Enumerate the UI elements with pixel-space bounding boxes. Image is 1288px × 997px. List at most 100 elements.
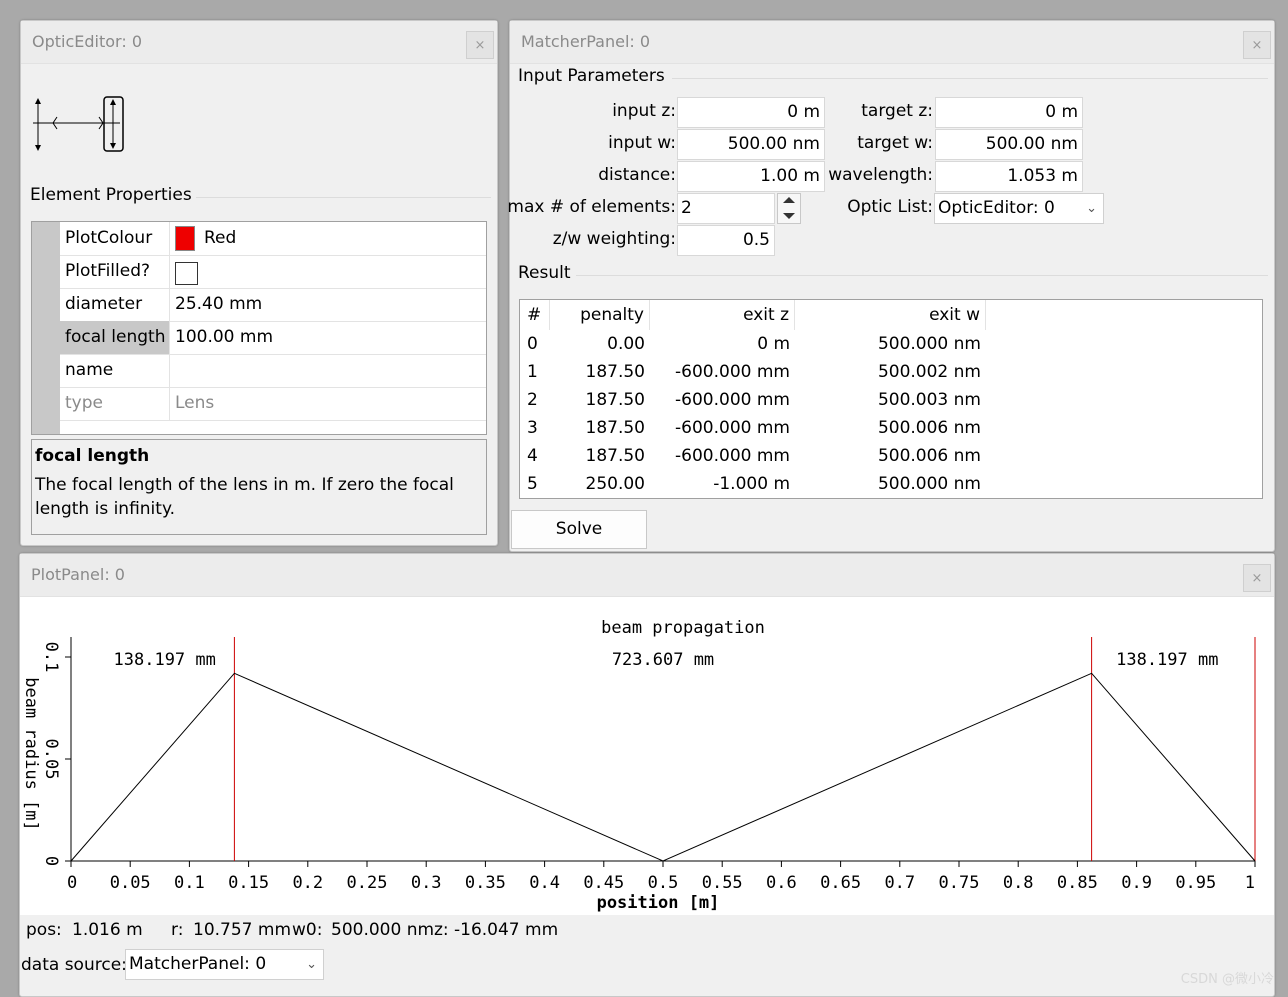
x-tick-label: 0.1 <box>174 873 205 893</box>
property-name: PlotColour <box>60 222 170 255</box>
property-name: type <box>60 387 170 420</box>
property-help-box: focal length The focal length of the len… <box>31 439 487 535</box>
chart-title: beam propagation <box>601 618 765 638</box>
property-row[interactable]: focal length 100.00 mm <box>60 321 486 355</box>
x-tick-label: 0.25 <box>347 873 388 893</box>
table-row[interactable]: 5 250.00 -1.000 m 500.000 nm <box>520 470 1262 498</box>
x-tick-label: 0.3 <box>411 873 442 893</box>
results-column-header[interactable]: penalty <box>550 300 650 330</box>
plot-panel-title: PlotPanel: 0 <box>31 565 125 584</box>
property-value: Lens <box>175 393 215 413</box>
results-column-header[interactable]: # <box>520 300 550 330</box>
x-tick-label: 0.45 <box>583 873 624 893</box>
property-grid: PlotColour Red PlotFilled? diameter 25.40 mm… <box>31 221 487 435</box>
data-source-dropdown[interactable]: MatcherPanel: 0 ⌄ <box>125 949 324 980</box>
x-tick-label: 0.2 <box>292 873 323 893</box>
x-axis-label: position [m] <box>597 893 720 913</box>
results-column-header[interactable]: exit z <box>650 300 795 330</box>
table-cell: 2 <box>527 390 538 410</box>
plot-panel-titlebar[interactable]: PlotPanel: 0 × <box>20 554 1274 597</box>
plot-panel-close-button[interactable]: × <box>1243 564 1271 592</box>
property-grid-gutter <box>32 222 60 434</box>
x-tick-label: 0.5 <box>648 873 679 893</box>
table-cell: 4 <box>527 446 538 466</box>
x-tick-label: 0.9 <box>1121 873 1152 893</box>
segment-length-label: 723.607 mm <box>612 650 714 670</box>
property-row[interactable]: type Lens <box>60 387 486 421</box>
x-tick-label: 0.55 <box>702 873 743 893</box>
table-cell: 1 <box>527 362 538 382</box>
results-table[interactable]: # penalty exit z exit w 0 0.00 0 m 500.000 nm 1… <box>519 299 1263 499</box>
matcher-panel-title: MatcherPanel: 0 <box>521 32 651 51</box>
segment-length-label: 138.197 mm <box>114 650 216 670</box>
spin-up-icon[interactable] <box>783 197 795 203</box>
input-parameters-separator <box>672 78 1268 79</box>
property-value[interactable]: Red <box>171 222 486 255</box>
wavelength-field[interactable]: 1.053 m <box>935 161 1083 192</box>
table-row[interactable]: 0 0.00 0 m 500.000 nm <box>520 330 1262 358</box>
table-cell: -600.000 mm <box>675 418 790 438</box>
matcher-panel-titlebar[interactable]: MatcherPanel: 0 × <box>510 21 1274 64</box>
matcher-panel: MatcherPanel: 0 × Input Parameters input… <box>507 20 1275 552</box>
max-elements-spin-buttons[interactable] <box>777 193 801 224</box>
property-value[interactable] <box>171 354 486 387</box>
table-cell: 0.00 <box>607 334 645 354</box>
beam-radius-line <box>70 672 1256 862</box>
property-value[interactable]: 25.40 mm <box>171 288 486 321</box>
table-cell: -600.000 mm <box>675 362 790 382</box>
solve-button[interactable]: Solve <box>511 510 647 549</box>
property-help-title: focal length <box>35 446 150 466</box>
property-value[interactable] <box>171 255 486 288</box>
property-name: diameter <box>60 288 170 321</box>
y-tick-label: 0.1 <box>41 642 61 673</box>
plot-filled-checkbox[interactable] <box>175 262 198 285</box>
element-properties-separator <box>196 197 491 198</box>
target-z-field[interactable]: 0 m <box>935 97 1083 128</box>
table-row[interactable]: 4 187.50 -600.000 mm 500.006 nm <box>520 442 1262 470</box>
max-elements-spinbox[interactable]: 2 <box>677 193 775 224</box>
property-row[interactable]: diameter 25.40 mm <box>60 288 486 322</box>
property-row[interactable]: name <box>60 354 486 388</box>
element-properties-label: Element Properties <box>30 185 192 205</box>
results-column-header[interactable]: exit w <box>795 300 986 330</box>
beam-propagation-chart[interactable]: 0 0.05 0.1 0.15 0.2 0.25 0.3 0.35 0.4 0.45 0.5 0.55… <box>20 597 1274 915</box>
matcher-panel-close-button[interactable]: × <box>1243 31 1271 59</box>
target-w-field[interactable]: 500.00 nm <box>935 129 1083 160</box>
table-row[interactable]: 2 187.50 -600.000 mm 500.003 nm <box>520 386 1262 414</box>
w0-label: w0: <box>292 920 323 940</box>
y-axis-label: beam radius [m] <box>21 677 41 831</box>
table-cell: 500.002 nm <box>877 362 981 382</box>
distance-field[interactable]: 1.00 m <box>677 161 825 192</box>
optic-editor-close-button[interactable]: × <box>466 31 494 59</box>
optic-list-label: Optic List: <box>847 197 933 217</box>
table-cell: 187.50 <box>585 446 645 466</box>
colour-swatch[interactable] <box>175 226 195 251</box>
optic-editor-panel: OpticEditor: 0 × Element Properties Plot… <box>20 20 498 546</box>
property-value-text: Red <box>204 228 237 248</box>
table-cell: 500.006 nm <box>877 446 981 466</box>
chevron-down-icon: ⌄ <box>1086 201 1097 216</box>
property-row[interactable]: PlotFilled? <box>60 255 486 289</box>
property-value[interactable]: 100.00 mm <box>171 321 486 354</box>
zw-weighting-field[interactable]: 0.5 <box>677 225 775 256</box>
table-row[interactable]: 1 187.50 -600.000 mm 500.002 nm <box>520 358 1262 386</box>
table-cell: 500.003 nm <box>877 390 981 410</box>
z-value: -16.047 mm <box>454 920 559 940</box>
data-source-value: MatcherPanel: 0 <box>129 954 267 974</box>
result-separator <box>576 275 1268 276</box>
y-tick-label: 0 <box>41 856 61 866</box>
table-row[interactable]: 3 187.50 -600.000 mm 500.006 nm <box>520 414 1262 442</box>
optic-editor-titlebar[interactable]: OpticEditor: 0 × <box>21 21 497 64</box>
optic-list-value: OpticEditor: 0 <box>938 198 1055 218</box>
segment-length-label: 138.197 mm <box>1116 650 1218 670</box>
input-w-field[interactable]: 500.00 nm <box>677 129 825 160</box>
spin-down-icon[interactable] <box>783 213 795 219</box>
z-label: z: <box>434 920 449 940</box>
y-tick-label: 0.05 <box>41 739 61 780</box>
property-name: focal length <box>60 321 170 354</box>
input-z-field[interactable]: 0 m <box>677 97 825 128</box>
optic-list-dropdown[interactable]: OpticEditor: 0 ⌄ <box>934 193 1104 224</box>
max-elements-label: max # of elements: <box>507 197 676 217</box>
lens-element-icon[interactable] <box>31 95 131 155</box>
property-row[interactable]: PlotColour Red <box>60 222 486 256</box>
